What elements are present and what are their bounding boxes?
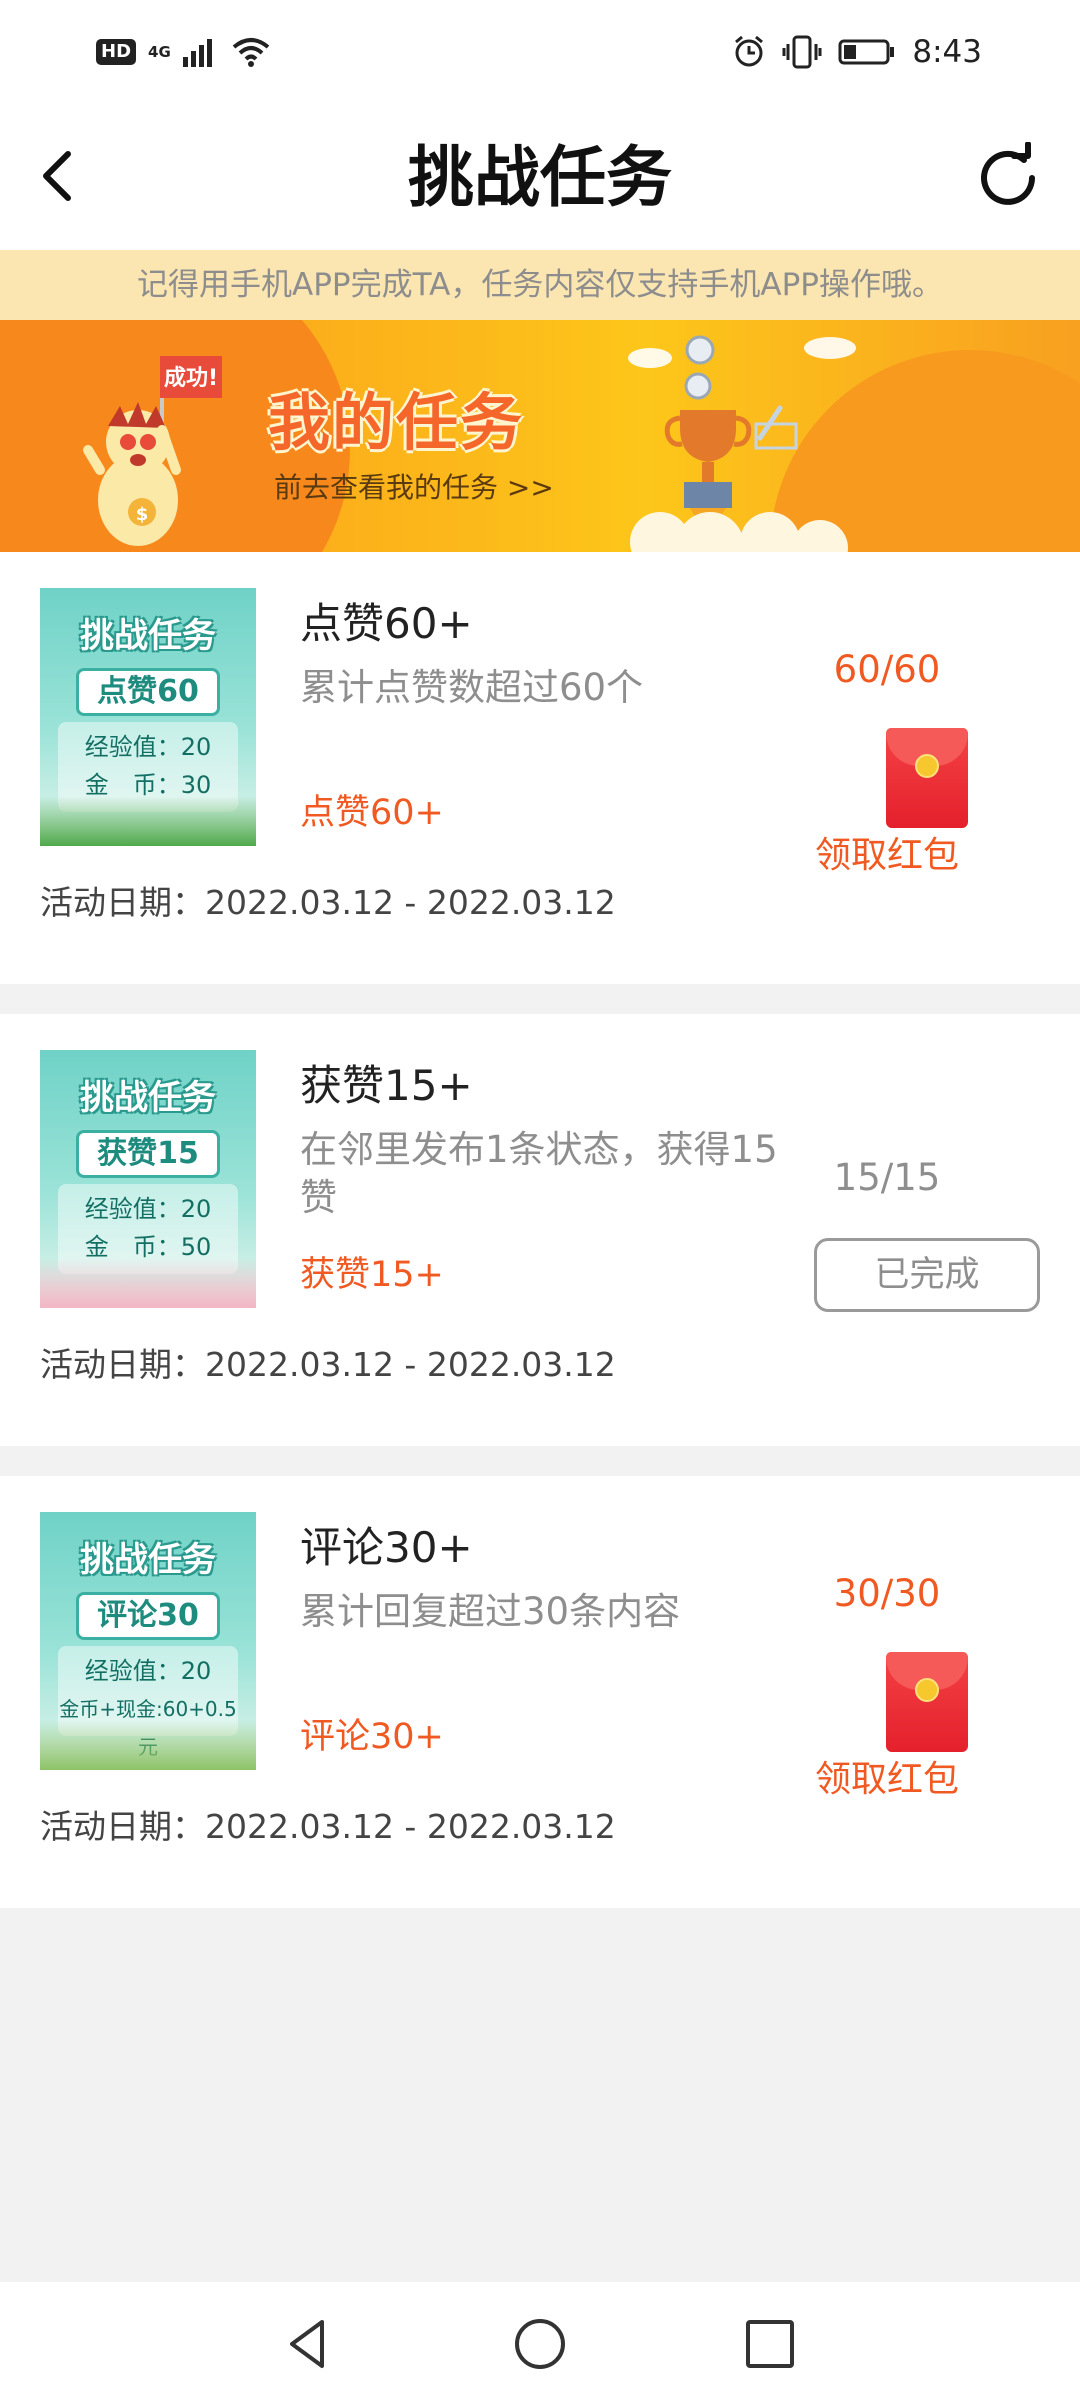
flag-text: 成功! xyxy=(164,366,218,391)
system-nav-bar xyxy=(0,2282,1080,2400)
banner-link[interactable]: 前去查看我的任务 >> xyxy=(274,466,554,506)
task-thumbnail: 挑战任务 评论30 经验值：20 金币+现金:60+0.5元 xyxy=(40,1512,256,1770)
my-tasks-banner[interactable]: 成功! $ 我的任务 前去查看我的任务 >> xyxy=(0,320,1080,552)
mascot-coin-icon: $ xyxy=(136,504,149,525)
alarm-icon xyxy=(735,35,764,67)
task-tag: 点赞60+ xyxy=(300,793,444,833)
status-time: 8:43 xyxy=(912,34,982,70)
trophy-illustration xyxy=(628,335,856,552)
envelope-coin-icon xyxy=(915,1678,939,1702)
signal-icon xyxy=(182,39,212,67)
status-right: 8:43 xyxy=(732,30,982,74)
thumb-title: 挑战任务 xyxy=(80,1078,216,1118)
task-thumbnail: 挑战任务 获赞15 经验值：20 金 币：50 xyxy=(40,1050,256,1308)
task-date: 活动日期：2022.03.12 - 2022.03.12 xyxy=(40,1345,616,1384)
notice-banner: 记得用手机APP完成TA，任务内容仅支持手机APP操作哦。 xyxy=(0,250,1080,320)
thumb-grass xyxy=(40,796,256,846)
thumb-exp: 经验值：20 xyxy=(84,1657,212,1685)
task-progress: 60/60 xyxy=(833,648,941,691)
task-title: 点赞60+ xyxy=(300,599,473,648)
refresh-icon[interactable] xyxy=(972,142,1044,214)
mascot-illustration: 成功! $ xyxy=(83,356,222,546)
triangle-back-icon[interactable] xyxy=(278,2314,338,2374)
hd-badge: HD xyxy=(96,39,137,65)
task-description: 在邻里发布1条状态，获得15赞 xyxy=(300,1128,778,1219)
envelope-coin-icon xyxy=(915,754,939,778)
task-description: 累计回复超过30条内容 xyxy=(300,1590,681,1633)
thumb-title: 挑战任务 xyxy=(80,1540,216,1580)
thumb-grass xyxy=(40,1720,256,1770)
task-tag: 获赞15+ xyxy=(300,1255,444,1295)
task-progress: 30/30 xyxy=(833,1572,941,1615)
task-card[interactable]: 挑战任务 获赞15 经验值：20 金 币：50 获赞15+ 在邻里发布1条状态，… xyxy=(0,1014,1080,1446)
thumb-task-name: 评论30 xyxy=(76,1592,220,1640)
thumb-task-name: 点赞60 xyxy=(76,668,220,716)
task-date: 活动日期：2022.03.12 - 2022.03.12 xyxy=(40,1807,616,1846)
completed-button[interactable]: 已完成 xyxy=(814,1238,1040,1312)
task-card[interactable]: 挑战任务 评论30 经验值：20 金币+现金:60+0.5元 评论30+ 累计回… xyxy=(0,1476,1080,1908)
thumb-exp: 经验值：20 xyxy=(84,1195,212,1223)
task-card[interactable]: 挑战任务 点赞60 经验值：20 金 币：30 点赞60+ 累计点赞数超过60个… xyxy=(0,552,1080,984)
task-title: 评论30+ xyxy=(300,1523,473,1572)
thumb-grass xyxy=(40,1258,256,1308)
status-left: HD 4G xyxy=(96,32,271,72)
red-envelope-icon[interactable] xyxy=(886,1652,968,1752)
status-bar: HD 4G 8:43 xyxy=(0,0,1080,106)
task-date: 活动日期：2022.03.12 - 2022.03.12 xyxy=(40,883,616,922)
battery-icon xyxy=(838,39,895,65)
claim-red-envelope-button[interactable]: 领取红包 xyxy=(772,826,1002,878)
task-description: 累计点赞数超过60个 xyxy=(300,666,644,709)
banner-title: 我的任务 xyxy=(268,386,525,459)
task-tag: 评论30+ xyxy=(300,1717,444,1757)
network-type: 4G xyxy=(148,42,171,61)
header: 挑战任务 xyxy=(0,106,1080,250)
task-thumbnail: 挑战任务 点赞60 经验值：20 金 币：30 xyxy=(40,588,256,846)
task-progress: 15/15 xyxy=(833,1156,941,1199)
square-recents-icon[interactable] xyxy=(740,2314,800,2374)
thumb-task-name: 获赞15 xyxy=(76,1130,220,1178)
thumb-exp: 经验值：20 xyxy=(84,733,212,761)
task-title: 获赞15+ xyxy=(300,1061,473,1110)
thumb-title: 挑战任务 xyxy=(80,616,216,656)
page-title: 挑战任务 xyxy=(408,139,672,216)
circle-home-icon[interactable] xyxy=(510,2314,570,2374)
vibrate-icon xyxy=(782,35,822,69)
wifi-icon xyxy=(232,38,270,67)
claim-red-envelope-button[interactable]: 领取红包 xyxy=(772,1750,1002,1802)
red-envelope-icon[interactable] xyxy=(886,728,968,828)
